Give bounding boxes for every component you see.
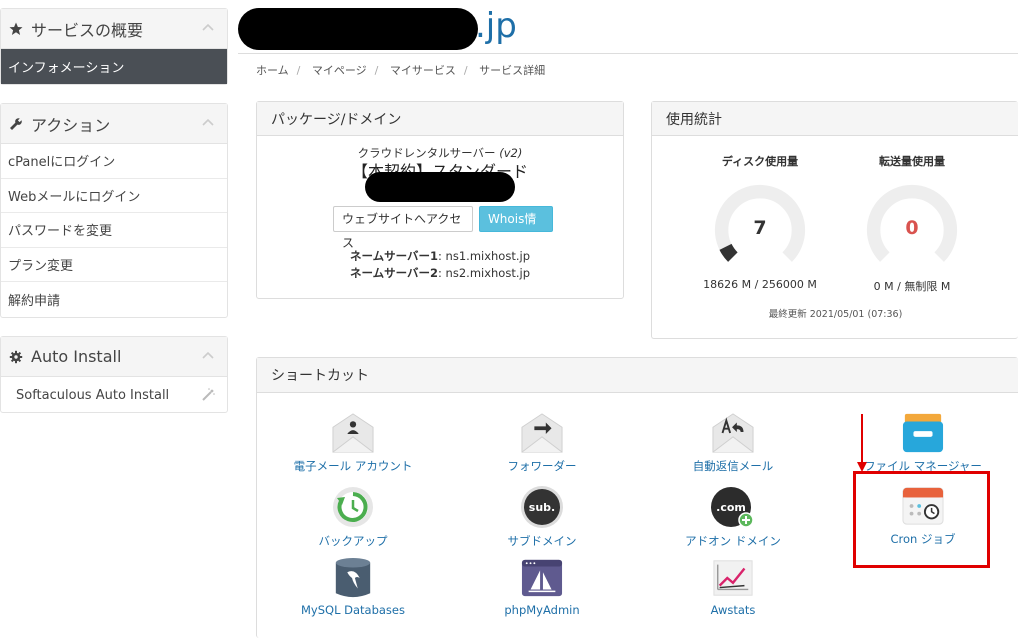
addon-domain-icon: .com [711, 487, 754, 528]
shortcut-forwarders[interactable]: フォワーダー [462, 412, 622, 474]
shortcut-label: アドオン ドメイン [685, 534, 781, 548]
bandwidth-usage-value: 0 [905, 217, 919, 239]
sidebar-item-label: インフォメーション [8, 61, 125, 76]
shortcut-mysql-databases[interactable]: MySQL Databases [273, 557, 433, 617]
shortcut-label: MySQL Databases [300, 603, 405, 617]
sidebar-panel-actions: アクション cPanelにログイン Webメールにログイン パスワードを変更 プ… [0, 103, 228, 318]
package-card: パッケージ/ドメイン クラウドレンタルサーバー (v2) 【本契約】スタンダード… [256, 101, 624, 299]
title-divider [238, 53, 1018, 54]
awstats-icon [713, 560, 753, 596]
annotation-highlight-box [853, 471, 990, 568]
shortcut-label: サブドメイン [507, 534, 577, 548]
disk-usage-value: 7 [753, 217, 767, 239]
panel-header-actions[interactable]: アクション [1, 104, 227, 144]
shortcut-awstats[interactable]: Awstats [653, 557, 813, 617]
sidebar-panel-overview: サービスの概要 インフォメーション [0, 8, 228, 85]
sidebar-item-label: cPanelにログイン [8, 155, 116, 171]
annotation-arrow [857, 414, 867, 472]
package-card-title: パッケージ/ドメイン [271, 111, 402, 128]
package-card-header: パッケージ/ドメイン [257, 102, 623, 136]
breadcrumb-current: サービス詳細 [479, 64, 546, 77]
sidebar-item-label: Webメールにログイン [8, 189, 141, 205]
file-manager-icon [902, 413, 944, 453]
shortcut-email-accounts[interactable]: 電子メール アカウント [273, 412, 433, 474]
shortcut-label: バックアップ [318, 534, 388, 548]
email-account-icon [332, 413, 374, 453]
ns2-value: : ns2.mixhost.jp [438, 266, 530, 280]
usage-card-header: 使用統計 [652, 102, 1018, 136]
shortcut-autoresponders[interactable]: 自動返信メール [653, 412, 813, 474]
subdomain-badge-text: sub. [529, 501, 555, 514]
breadcrumb-myservices[interactable]: マイサービス [390, 64, 456, 77]
panel-header-overview[interactable]: サービスの概要 [1, 9, 227, 49]
mysql-icon [335, 557, 371, 598]
ns1-label: ネームサーバー1 [349, 249, 439, 263]
sidebar-item-label: プラン変更 [8, 258, 74, 274]
package-actions: ウェブサイトへアクセス Whois情報 [333, 206, 553, 250]
sidebar-item-softaculous[interactable]: Softaculous Auto Install [1, 377, 227, 413]
sidebar-item-label: 解約申請 [8, 293, 61, 309]
shortcuts-card-title: ショートカット [271, 368, 369, 384]
wrench-icon [10, 117, 22, 130]
magic-wand-icon [202, 388, 215, 401]
addon-badge-text: .com [716, 501, 746, 514]
domain-name-redacted [238, 8, 478, 50]
breadcrumb: ホーム / マイページ / マイサービス / サービス詳細 [256, 64, 546, 77]
shortcut-backup[interactable]: バックアップ [273, 485, 433, 549]
gear-icon [9, 350, 23, 363]
sidebar-item-cpanel-login[interactable]: cPanelにログイン [1, 144, 227, 179]
sidebar-item-label: パスワードを変更 [8, 224, 113, 240]
ns1-value: : ns1.mixhost.jp [438, 249, 530, 263]
visit-website-button[interactable]: ウェブサイトへアクセス [333, 206, 473, 250]
sidebar-item-change-plan[interactable]: プラン変更 [1, 248, 227, 282]
subdomain-icon: sub. [521, 486, 563, 528]
ns2-label: ネームサーバー2 [349, 266, 439, 280]
shortcut-label: Awstats [710, 603, 756, 617]
disk-usage-label: ディスク使用量 [721, 155, 799, 168]
autoresponder-icon [712, 413, 754, 453]
nameserver-2: ネームサーバー2: ns2.mixhost.jp [257, 265, 623, 281]
sidebar-item-webmail-login[interactable]: Webメールにログイン [1, 179, 227, 213]
panel-title: Auto Install [31, 347, 122, 366]
bandwidth-usage-label: 転送量使用量 [879, 155, 945, 168]
nameserver-1: ネームサーバー1: ns1.mixhost.jp [257, 248, 623, 264]
chevron-up-icon[interactable] [201, 349, 215, 363]
backup-icon [333, 487, 373, 527]
sidebar-panel-autoinstall: Auto Install Softaculous Auto Install [0, 336, 228, 413]
domain-suffix: .jp [475, 6, 517, 46]
usage-card: 使用統計 ディスク使用量 7 18626 M / 256000 M 転送量使用量… [651, 101, 1018, 339]
sidebar-item-cancel-request[interactable]: 解約申請 [1, 282, 227, 317]
shortcut-label: 電子メール アカウント [293, 459, 413, 473]
sidebar-item-label: Softaculous Auto Install [16, 387, 170, 403]
panel-title: アクション [31, 115, 111, 135]
whois-button[interactable]: Whois情報 [478, 206, 553, 250]
shortcut-label: phpMyAdmin [504, 603, 580, 617]
chevron-up-icon[interactable] [201, 21, 215, 35]
shortcut-label: 自動返信メール [692, 459, 774, 473]
shortcut-subdomains[interactable]: sub. サブドメイン [462, 485, 622, 549]
panel-title: サービスの概要 [31, 20, 144, 40]
bandwidth-usage-detail: 0 M / 無制限 M [873, 280, 951, 293]
shortcut-label: フォワーダー [507, 459, 577, 473]
star-icon [9, 22, 23, 35]
chevron-up-icon[interactable] [201, 116, 215, 130]
breadcrumb-mypage[interactable]: マイページ [312, 64, 367, 77]
breadcrumb-home[interactable]: ホーム [256, 64, 289, 77]
shortcuts-card-header: ショートカット [257, 358, 1018, 393]
sidebar-item-change-password[interactable]: パスワードを変更 [1, 213, 227, 248]
shortcut-addon-domains[interactable]: .com アドオン ドメイン [653, 485, 813, 549]
disk-usage-fill [719, 243, 738, 262]
panel-header-autoinstall[interactable]: Auto Install [1, 337, 227, 377]
phpmyadmin-icon [521, 559, 563, 597]
redaction-mask [365, 172, 515, 202]
last-updated: 最終更新 2021/05/01 (07:36) [768, 309, 903, 320]
usage-card-title: 使用統計 [666, 111, 722, 128]
shortcut-phpmyadmin[interactable]: phpMyAdmin [462, 557, 622, 617]
sidebar-item-information[interactable]: インフォメーション [1, 49, 227, 84]
forwarder-icon [521, 413, 563, 453]
